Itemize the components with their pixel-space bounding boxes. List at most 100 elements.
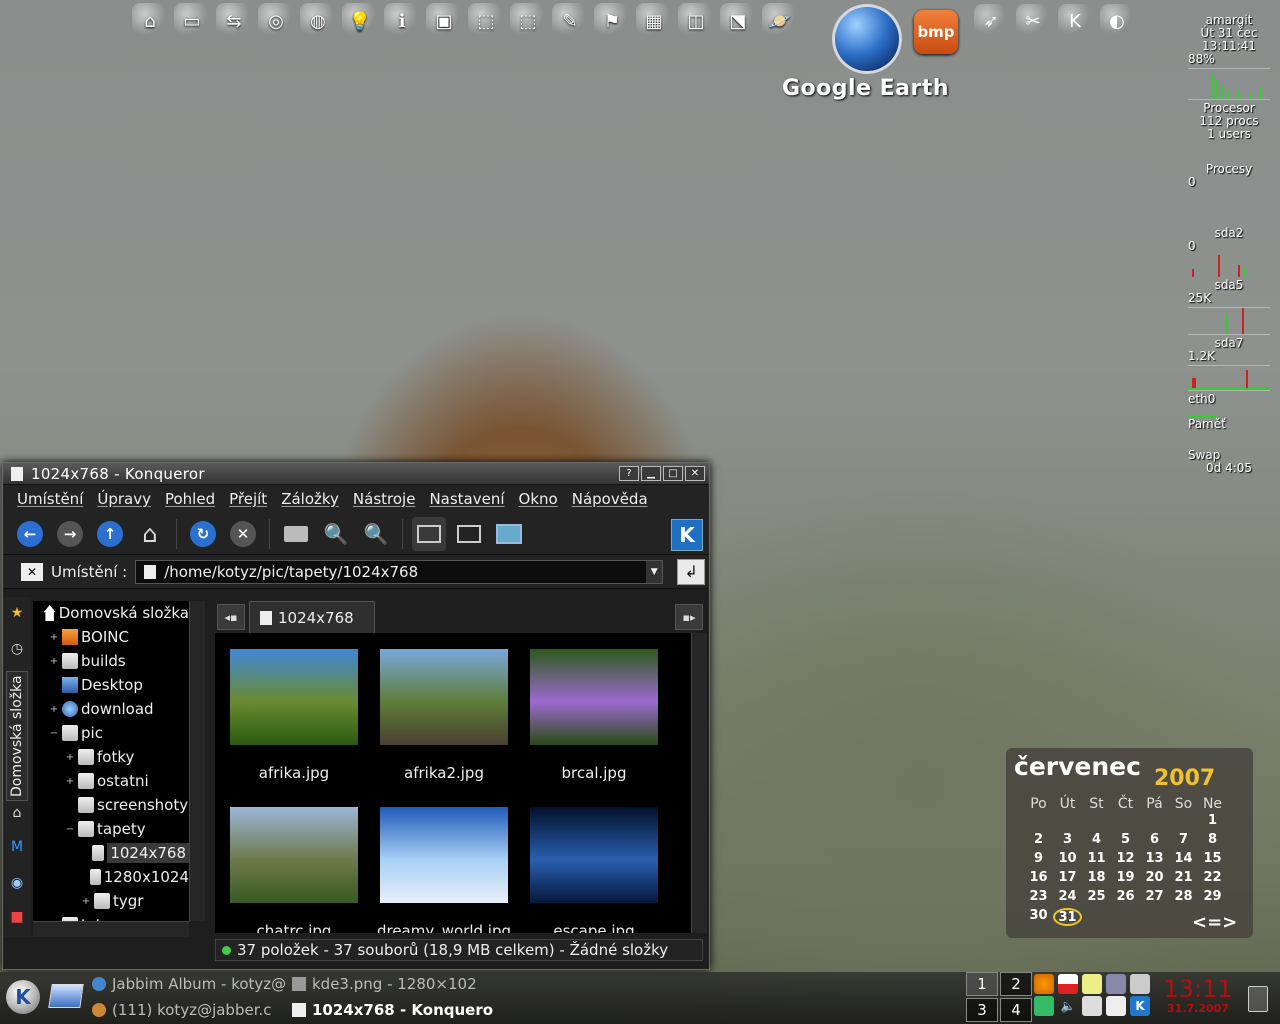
task-jabber-chat[interactable]: (111) kotyz@jabber.c [92, 998, 272, 1022]
chevron-down-icon[interactable]: ▼ [646, 560, 663, 583]
tree-item[interactable]: Domovská složka [33, 601, 189, 625]
tree-item[interactable]: − pic [33, 721, 189, 745]
tree-item[interactable]: screenshoty [33, 793, 189, 817]
network-monitor-icon[interactable] [1034, 996, 1054, 1016]
tree-item[interactable]: + ostatni [33, 769, 189, 793]
tree-item[interactable]: + BOINC [33, 625, 189, 649]
minimize-button[interactable]: ▁ [641, 466, 661, 481]
menu-item[interactable]: Okno [513, 488, 564, 510]
selector-icon[interactable]: ⬚ [468, 3, 504, 39]
calendar-day[interactable]: 20 [1140, 870, 1169, 888]
bookmarks-star-icon[interactable]: ★ [8, 605, 26, 623]
notes-icon[interactable] [1082, 974, 1102, 994]
calendar-day[interactable]: 22 [1198, 870, 1227, 888]
pager-desktop-4[interactable]: 4 [1000, 998, 1032, 1022]
tree-expander[interactable]: + [65, 752, 75, 763]
tree-item[interactable]: + fotky [33, 745, 189, 769]
calendar-day[interactable]: 18 [1082, 870, 1111, 888]
tab-1024x768[interactable]: 1024x768 [249, 601, 375, 633]
file-thumbnail[interactable]: escape.jpg [519, 807, 669, 933]
calendar-day[interactable]: 10 [1053, 851, 1082, 869]
tree-expander[interactable]: + [81, 896, 91, 907]
calendar-day[interactable]: 6 [1140, 832, 1169, 850]
calendar-day[interactable]: 21 [1169, 870, 1198, 888]
google-earth-icon[interactable] [832, 4, 902, 74]
calendar-day[interactable]: 14 [1169, 851, 1198, 869]
services-icon[interactable]: ■ [8, 909, 26, 927]
detail-view-button[interactable] [452, 517, 486, 551]
globe-icon[interactable]: ◍ [300, 3, 336, 39]
menu-item[interactable]: Pohled [159, 488, 221, 510]
calculator-icon[interactable]: ▦ [636, 3, 672, 39]
go-button[interactable]: ↲ [677, 558, 706, 585]
file-thumbnail[interactable]: afrika2.jpg [369, 649, 519, 782]
kde-icon[interactable]: K [1058, 4, 1092, 38]
google-earth-label[interactable]: Google Earth [782, 76, 949, 101]
tree-item[interactable]: + builds [33, 649, 189, 673]
menu-item[interactable]: Nápověda [566, 488, 654, 510]
file-thumbnail[interactable]: brcal.jpg [519, 649, 669, 782]
calendar-day[interactable]: 11 [1082, 851, 1111, 869]
planet-icon[interactable]: 🪐 [762, 3, 798, 39]
help-button[interactable]: ? [619, 466, 639, 481]
calendar-day[interactable]: 16 [1024, 870, 1053, 888]
calendar-day[interactable]: 5 [1111, 832, 1140, 850]
flag-icon[interactable]: ⚑ [594, 3, 630, 39]
browser-icon[interactable]: ◎ [258, 3, 294, 39]
new-tab-button[interactable]: ◂▪ [217, 604, 245, 630]
trash-icon[interactable] [1248, 986, 1268, 1012]
forward-button[interactable]: → [53, 517, 87, 551]
calendar-day[interactable]: 28 [1169, 889, 1198, 907]
pager-desktop-2[interactable]: 2 [1000, 972, 1032, 996]
calendar-day[interactable]: 3 [1053, 832, 1082, 850]
up-button[interactable]: ↑ [93, 517, 127, 551]
calendar-day[interactable]: 1 [1198, 813, 1227, 831]
tree-vertical-scrollbar[interactable] [189, 601, 205, 921]
tree-item[interactable]: + tygr [33, 889, 189, 913]
bmp-icon[interactable]: bmp [914, 10, 958, 54]
notepad-icon[interactable]: ✎ [552, 3, 588, 39]
home-icon[interactable]: ⌂ [132, 3, 168, 39]
calendar-day[interactable]: 19 [1111, 870, 1140, 888]
lightbulb-icon[interactable]: 💡 [342, 3, 378, 39]
tree-item[interactable]: Desktop [33, 673, 189, 697]
tools-icon[interactable] [1106, 974, 1126, 994]
image-view-button[interactable] [492, 517, 526, 551]
pdf-icon[interactable]: ⬔ [720, 3, 756, 39]
file-thumbnail[interactable]: afrika.jpg [219, 649, 369, 782]
calendar-day[interactable]: 15 [1198, 851, 1227, 869]
media-icon[interactable]: M [8, 839, 26, 857]
calendar-day[interactable]: 26 [1111, 889, 1140, 907]
calendar-day[interactable]: 24 [1053, 889, 1082, 907]
sidebar-tab-home[interactable]: Domovská složka [6, 671, 28, 801]
kmenu-button[interactable]: K [6, 980, 40, 1014]
show-desktop-button[interactable] [48, 984, 84, 1008]
calendar-nav-button[interactable]: <=> [1192, 912, 1237, 933]
file-thumbnail[interactable]: dreamy_world.jpg [369, 807, 519, 933]
calendar-day[interactable]: 9 [1024, 851, 1053, 869]
tree-item[interactable]: − tapety [33, 817, 189, 841]
reload-button[interactable]: ↻ [186, 517, 220, 551]
clipboard-icon[interactable] [1082, 996, 1102, 1016]
maximize-button[interactable]: □ [663, 466, 683, 481]
print-button[interactable] [279, 517, 313, 551]
calendar-day[interactable]: 12 [1111, 851, 1140, 869]
zoom-out-button[interactable]: 🔍 [359, 517, 393, 551]
drive-icon[interactable]: ▭ [174, 3, 210, 39]
terminal-icon[interactable]: ▣ [426, 3, 462, 39]
info-icon[interactable]: ℹ [384, 3, 420, 39]
task-kde3-png[interactable]: kde3.png - 1280×102 [292, 972, 477, 996]
icon-view-button[interactable] [412, 516, 446, 551]
tree-expander[interactable]: − [49, 728, 59, 739]
klipper-icon[interactable] [1130, 974, 1150, 994]
menu-item[interactable]: Nastavení [423, 488, 510, 510]
task-jabbim-album[interactable]: Jabbim Album - kotyz@ [92, 972, 286, 996]
tree-horizontal-scrollbar[interactable] [33, 921, 189, 937]
taskbar-clock[interactable]: 13:11 31.7.2007 [1158, 976, 1238, 1015]
calendar-day[interactable]: 23 [1024, 889, 1053, 907]
menu-item[interactable]: Nástroje [347, 488, 422, 510]
calendar-day[interactable]: 13 [1140, 851, 1169, 869]
close-button[interactable]: ✕ [685, 466, 705, 481]
keyboard-layout-icon[interactable] [1058, 974, 1078, 994]
calendar-day[interactable]: 31 [1053, 908, 1082, 926]
